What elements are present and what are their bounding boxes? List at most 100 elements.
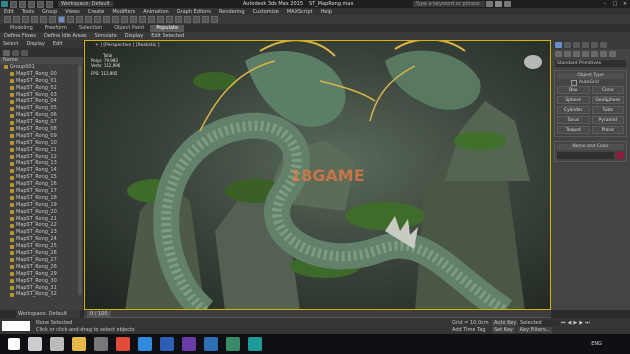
list-item[interactable]: MapST_Rong_25 [0,243,83,250]
next-frame-icon[interactable]: ▶ [579,320,583,326]
tab-freeform[interactable]: Freeform [39,25,73,32]
list-item[interactable]: MapST_Rong_20 [0,209,83,216]
help-icon[interactable] [504,1,512,7]
geosphere-button[interactable]: GeoSphere [591,96,624,104]
systems-icon[interactable] [609,50,616,57]
motion-tab-icon[interactable] [582,41,589,48]
spacewarps-icon[interactable] [600,50,607,57]
visibility-icon[interactable] [10,161,14,166]
menu-tools[interactable]: Tools [22,9,34,15]
mail-icon[interactable] [204,337,218,351]
filter-icon[interactable] [3,49,10,56]
menu-views[interactable]: Views [65,9,79,15]
chrome-icon[interactable] [116,337,130,351]
geometry-icon[interactable] [555,50,562,57]
visibility-icon[interactable] [10,79,14,84]
tab-populate[interactable]: Populate [150,24,185,32]
find-icon[interactable] [21,49,28,56]
display-none-icon[interactable] [12,49,19,56]
selection-set-dropdown[interactable]: Selected [518,320,560,326]
create-tab-icon[interactable] [555,41,562,48]
list-item[interactable]: MapST_Rong_02 [0,85,83,92]
visibility-icon[interactable] [10,292,14,297]
list-item[interactable]: MapST_Rong_30 [0,278,83,285]
tab-object-paint[interactable]: Object Paint [108,25,150,32]
quick-access-save-icon[interactable] [28,0,35,8]
edge-icon[interactable] [138,337,152,351]
visibility-icon[interactable] [10,72,14,77]
name-color-title[interactable]: Name and Color [557,144,624,150]
hierarchy-tab-icon[interactable] [573,41,580,48]
visibility-icon[interactable] [10,272,14,277]
add-time-tag[interactable]: Add Time Tag [452,327,486,333]
maxscript-listener[interactable] [2,321,30,331]
redo-icon[interactable] [13,16,20,23]
lights-icon[interactable] [573,50,580,57]
list-item[interactable]: MapST_Rong_27 [0,257,83,264]
auto-key-button[interactable]: Auto Key [492,320,519,326]
list-item[interactable]: MapST_Rong_11 [0,147,83,154]
list-item[interactable]: MapST_Rong_15 [0,174,83,181]
3dsmax-icon[interactable] [248,337,262,351]
search-field[interactable]: Type a keyword or phrase [413,1,486,7]
windows-icon[interactable] [8,338,20,350]
cylinder-button[interactable]: Cylinder [557,106,590,114]
set-key-button[interactable]: Set Key [492,327,515,333]
prev-frame-icon[interactable]: ◀ [568,320,572,326]
list-item[interactable]: MapST_Rong_17 [0,188,83,195]
helpers-icon[interactable] [591,50,598,57]
scene-root-group[interactable]: Group001 [0,64,83,71]
list-item[interactable]: MapST_Rong_03 [0,92,83,99]
populate-define-idle-areas[interactable]: Define Idle Areas [44,33,87,39]
list-item[interactable]: MapST_Rong_21 [0,216,83,223]
list-item[interactable]: MapST_Rong_23 [0,229,83,236]
menu-modifiers[interactable]: Modifiers [112,9,135,15]
rotate-icon[interactable] [103,16,110,23]
cone-button[interactable]: Cone [591,86,624,94]
list-item[interactable]: MapST_Rong_14 [0,167,83,174]
scale-icon[interactable] [112,16,119,23]
visibility-icon[interactable] [10,134,14,139]
list-item[interactable]: MapST_Rong_09 [0,133,83,140]
scene-tab-select[interactable]: Select [3,41,18,47]
populate-edit-selected[interactable]: Edit Selected [151,33,184,39]
material-editor-icon[interactable] [184,16,191,23]
menu-group[interactable]: Group [42,9,57,15]
visibility-icon[interactable] [10,148,14,153]
link-icon[interactable] [22,16,29,23]
list-item[interactable]: MapST_Rong_13 [0,160,83,167]
modify-tab-icon[interactable] [564,41,571,48]
visibility-icon[interactable] [10,120,14,125]
visibility-icon[interactable] [10,196,14,201]
file-explorer-icon[interactable] [72,337,86,351]
populate-simulate[interactable]: Simulate [95,33,117,39]
display-tab-icon[interactable] [591,41,598,48]
list-item[interactable]: MapST_Rong_01 [0,78,83,85]
visibility-icon[interactable] [10,113,14,118]
ref-coord-icon[interactable] [121,16,128,23]
list-item[interactable]: MapST_Rong_16 [0,181,83,188]
photoshop-icon[interactable] [160,337,174,351]
selection-filter-icon[interactable] [49,16,56,23]
list-item[interactable]: MapST_Rong_18 [0,195,83,202]
render-setup-icon[interactable] [193,16,200,23]
object-name-input[interactable] [557,152,614,159]
menu-rendering[interactable]: Rendering [219,9,245,15]
menu-create[interactable]: Create [88,9,105,15]
visibility-icon[interactable] [10,175,14,180]
tab-modeling[interactable]: Modeling [4,25,39,32]
goto-start-icon[interactable]: ⏮ [561,320,566,326]
quick-access-redo-icon[interactable] [46,0,53,8]
visibility-icon[interactable] [10,237,14,242]
quick-access-open-icon[interactable] [19,0,26,8]
maximize-button[interactable]: □ [610,1,620,7]
visibility-icon[interactable] [10,244,14,249]
populate-display[interactable]: Display [125,33,143,39]
shapes-icon[interactable] [564,50,571,57]
tube-button[interactable]: Tube [591,106,624,114]
visibility-icon[interactable] [10,251,14,256]
box-button[interactable]: Box [557,86,590,94]
max-icon[interactable] [226,337,240,351]
rect-select-icon[interactable] [76,16,83,23]
visibility-icon[interactable] [10,106,14,111]
